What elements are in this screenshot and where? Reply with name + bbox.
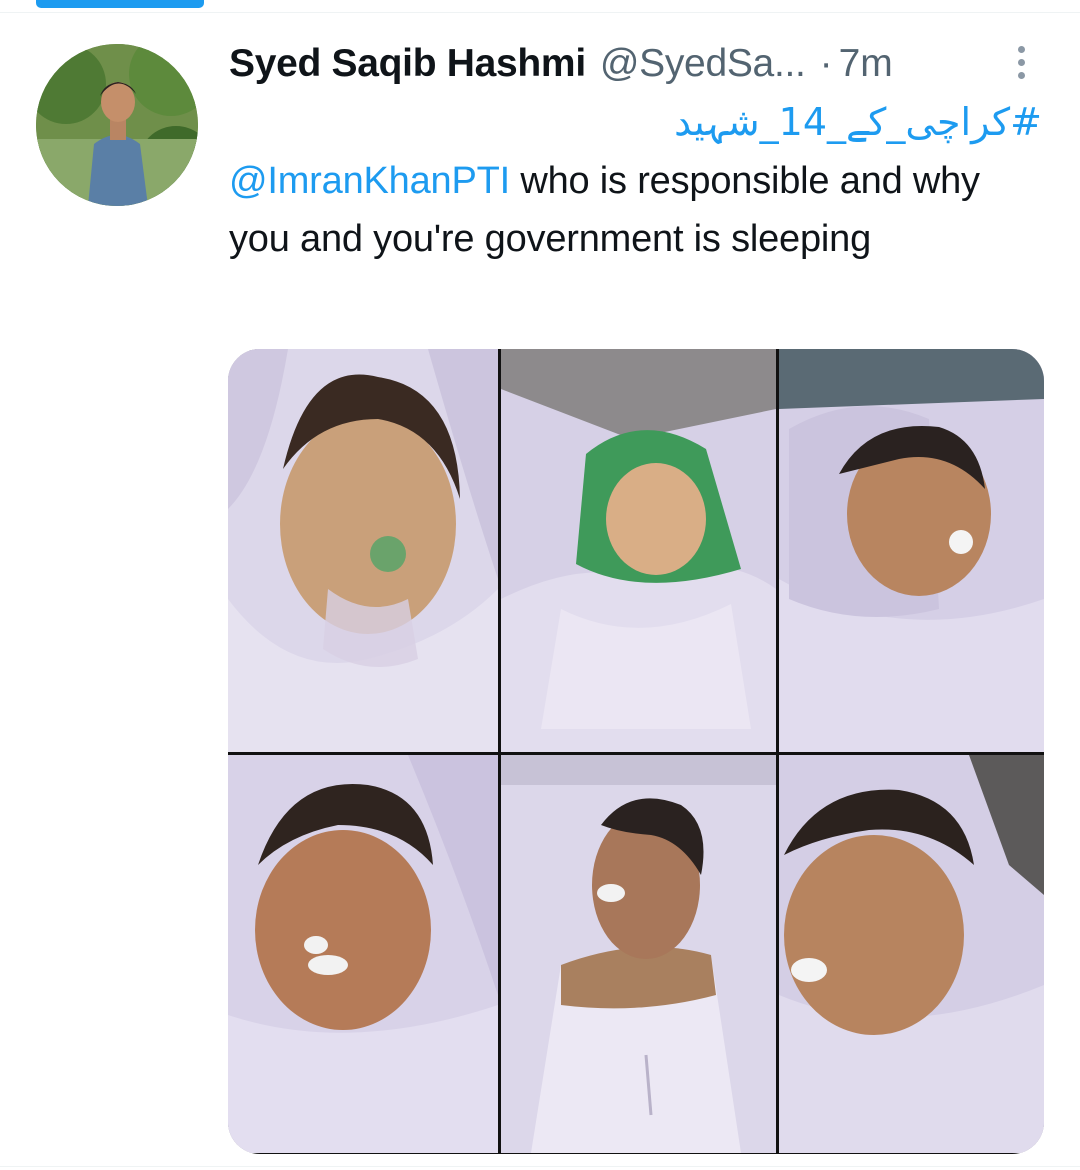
- avatar-image: [36, 44, 198, 206]
- author-handle[interactable]: @SyedSa...: [600, 38, 806, 90]
- media-photo-2[interactable]: [501, 349, 776, 752]
- bottom-divider: [0, 1166, 1080, 1167]
- media-photo-6[interactable]: [779, 755, 1044, 1153]
- author-avatar[interactable]: [36, 44, 198, 206]
- tweet-timestamp[interactable]: 7m: [839, 38, 893, 90]
- loading-progress-bar: [36, 0, 204, 8]
- top-divider: [0, 12, 1080, 13]
- photo-image: [779, 755, 1044, 1153]
- photo-image: [228, 755, 498, 1153]
- media-photo-3[interactable]: [779, 349, 1044, 752]
- media-photo-4[interactable]: [228, 755, 498, 1153]
- media-photo-1[interactable]: [228, 349, 498, 752]
- photo-image: [228, 349, 498, 752]
- more-vertical-icon[interactable]: [1004, 40, 1038, 84]
- photo-image: [501, 755, 776, 1153]
- tweet-body: @ImranKhanPTI who is responsible and why…: [229, 152, 1029, 268]
- tweet-header: Syed Saqib Hashmi @SyedSa... · 7m: [229, 38, 1049, 90]
- mention-link[interactable]: @ImranKhanPTI: [229, 160, 510, 202]
- photo-image: [501, 349, 776, 752]
- author-display-name[interactable]: Syed Saqib Hashmi: [229, 38, 586, 90]
- media-photo-5[interactable]: [501, 755, 776, 1153]
- hashtag-link[interactable]: #کراچی_کے_14_شہید: [600, 94, 1042, 150]
- header-separator: ·: [819, 42, 833, 85]
- photo-image: [779, 349, 1044, 752]
- media-grid[interactable]: [228, 349, 1044, 1154]
